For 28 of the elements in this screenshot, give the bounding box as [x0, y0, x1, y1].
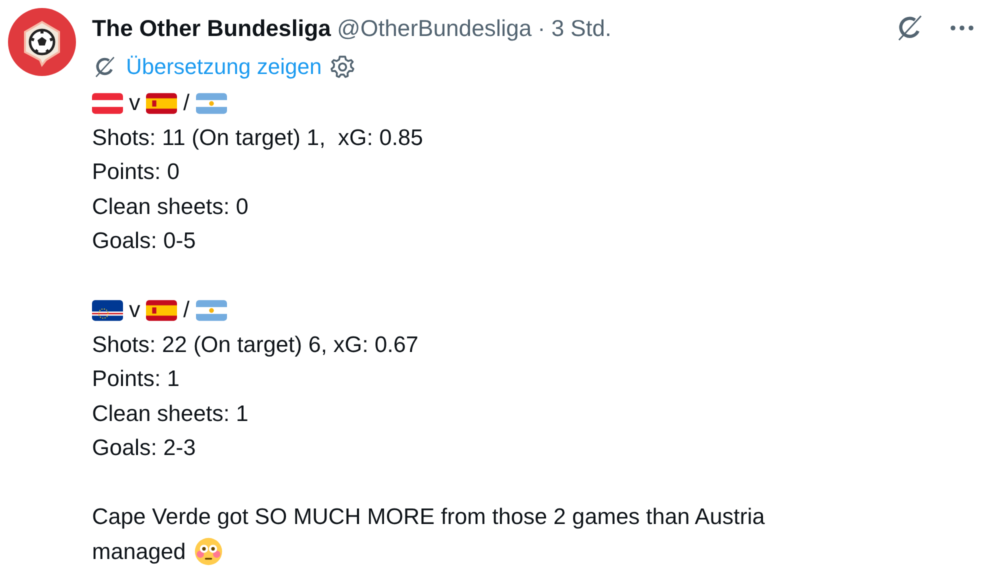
separator-text: /: [183, 89, 190, 117]
settings-icon[interactable]: [330, 54, 356, 80]
austria-flag-icon: [92, 92, 123, 114]
post-text: Clean sheets: 1: [92, 400, 250, 428]
separator-dot: ·: [538, 14, 546, 42]
post-text: Shots: 11 (On target) 1, xG: 0.85: [92, 124, 424, 152]
post-text: Cape Verde got SO MUCH MORE from those 2 games than Austria: [92, 503, 766, 531]
avatar[interactable]: [8, 8, 76, 76]
cape-verde-flag-icon: [92, 300, 123, 321]
argentina-flag-icon: [196, 92, 227, 114]
post-text: managed: [92, 538, 186, 566]
post-text: Goals: 2-3: [92, 434, 197, 462]
separator-text: v: [129, 296, 140, 324]
more-icon[interactable]: [950, 25, 974, 31]
separator-text: v: [129, 89, 140, 117]
post-text: Goals: 0-5: [92, 227, 197, 255]
post-time[interactable]: 3 Std.: [551, 14, 612, 42]
post-text: Clean sheets: 0: [92, 192, 250, 220]
spain-flag-icon: [146, 92, 178, 114]
post-text: Points: 1: [92, 365, 181, 393]
author-name[interactable]: The Other Bundesliga: [92, 14, 331, 42]
argentina-flag-icon: [196, 300, 227, 321]
spain-flag-icon: [146, 300, 178, 321]
author-handle[interactable]: @OtherBundesliga: [336, 14, 532, 42]
flushed-emoji-icon: [194, 537, 223, 566]
separator-text: /: [183, 296, 190, 324]
post-text: Points: 0: [92, 158, 181, 186]
post-text: Shots: 22 (On target) 6, xG: 0.67: [92, 330, 420, 359]
